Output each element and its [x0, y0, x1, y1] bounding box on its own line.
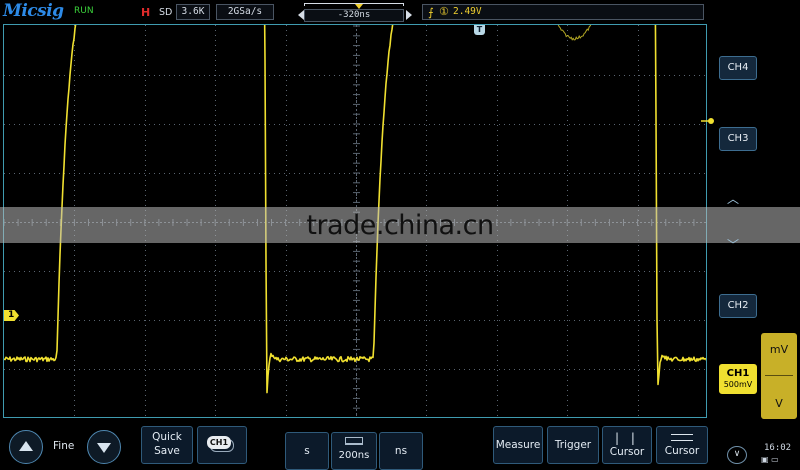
- vertical-cursor-icon: | |: [615, 431, 639, 445]
- timebase-ns-button[interactable]: ns: [379, 432, 423, 470]
- ref-channel-chip: CH1: [207, 436, 231, 449]
- trigger-position-marker[interactable]: T: [474, 25, 485, 35]
- ch2-button[interactable]: CH2: [719, 294, 757, 318]
- arrow-right-icon[interactable]: [406, 10, 412, 20]
- fine-down-button[interactable]: [87, 430, 121, 464]
- sample-rate[interactable]: 2GSa/s: [216, 4, 274, 20]
- top-status-bar: Micsig RUN H SD 3.6K 2GSa/s -320ns ⨍ ① 2…: [0, 0, 800, 24]
- trigger-level-marker-icon[interactable]: [701, 117, 715, 125]
- horizontal-position-value[interactable]: -320ns: [304, 9, 404, 22]
- quick-save-line1: Quick: [152, 431, 182, 443]
- trigger-button[interactable]: Trigger: [547, 426, 599, 464]
- timebase-icon: [345, 437, 363, 445]
- quick-save-line2: Save: [154, 445, 180, 457]
- rising-edge-icon: ⨍: [428, 6, 434, 19]
- triangle-down-icon: [97, 443, 111, 453]
- ch1-persistence-path: [557, 25, 592, 41]
- trigger-summary[interactable]: ⨍ ① 2.49V: [422, 4, 704, 20]
- circled-1-icon: ①: [439, 5, 449, 18]
- divider: [765, 375, 793, 376]
- brand-logo: Micsig: [3, 1, 64, 21]
- memory-overview-track: [304, 3, 404, 9]
- horizontal-cursor-button[interactable]: Cursor: [656, 426, 708, 464]
- timebase-value[interactable]: 200ns: [331, 432, 377, 470]
- chevron-up-icon[interactable]: ︿: [727, 190, 739, 207]
- vertical-cursor-label: Cursor: [609, 446, 645, 458]
- trigger-level: 2.49V: [453, 6, 482, 17]
- ch3-button[interactable]: CH3: [719, 127, 757, 151]
- horizontal-position-control[interactable]: -320ns: [298, 1, 412, 23]
- clock: 16:02: [764, 443, 792, 453]
- ch1-button-label: CH1: [726, 368, 750, 379]
- fine-label: Fine: [53, 440, 75, 452]
- menu-chevron-icon[interactable]: ∨: [727, 446, 747, 464]
- fine-up-button[interactable]: [9, 430, 43, 464]
- h-indicator: H: [141, 6, 151, 19]
- triangle-up-icon: [19, 441, 33, 451]
- ch1-button[interactable]: CH1 500mV: [719, 364, 757, 394]
- timebase-s-button[interactable]: s: [285, 432, 329, 470]
- volt-scale-panel: mV V: [761, 333, 797, 419]
- status-icons: ▣ ▭: [761, 455, 779, 464]
- vertical-cursor-button[interactable]: | | Cursor: [602, 426, 652, 464]
- ch1-volt-scale: 500mV: [723, 380, 753, 389]
- run-status[interactable]: RUN: [74, 6, 94, 16]
- chevron-down-icon[interactable]: ﹀: [727, 236, 739, 253]
- quick-save-button[interactable]: Quick Save: [141, 426, 193, 464]
- ref-channel-button[interactable]: CH1: [197, 426, 247, 464]
- timebase-control: s 200ns ns: [285, 426, 425, 470]
- volt-v-button[interactable]: V: [761, 397, 797, 410]
- ch4-button[interactable]: CH4: [719, 56, 757, 80]
- horizontal-cursor-label: Cursor: [664, 445, 700, 457]
- timebase-text: 200ns: [338, 450, 370, 461]
- measure-button[interactable]: Measure: [493, 426, 543, 464]
- volt-mv-button[interactable]: mV: [761, 343, 797, 356]
- sd-label: SD: [159, 7, 173, 18]
- horizontal-cursor-icon: [671, 434, 693, 441]
- memory-depth[interactable]: 3.6K: [176, 4, 210, 20]
- watermark: trade.china.cn: [306, 210, 494, 241]
- battery-icon: ▭: [771, 455, 779, 464]
- bottom-toolbar: Fine Quick Save CH1 s 200ns ns Measure T…: [0, 420, 800, 470]
- usb-icon: ▣: [761, 455, 769, 464]
